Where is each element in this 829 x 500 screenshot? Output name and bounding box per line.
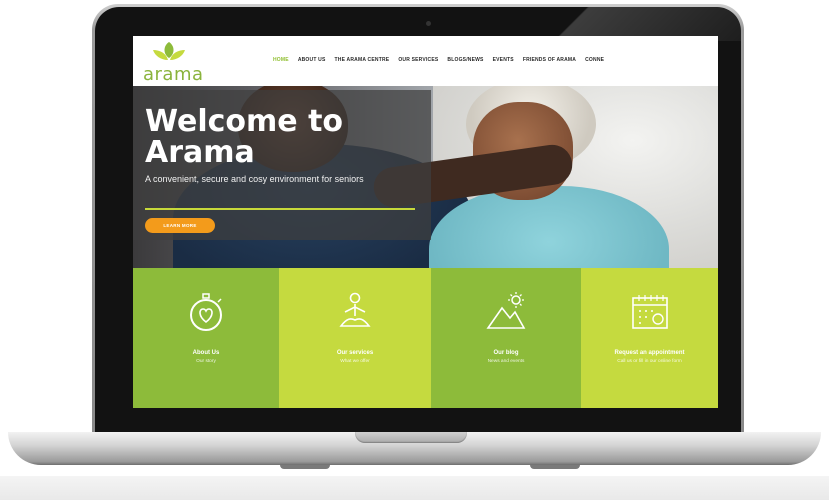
hero-title-line2: Arama (145, 135, 255, 170)
mountain-sun-icon (486, 292, 526, 329)
laptop-foot-left (280, 465, 330, 469)
tile-subtitle: Our story (196, 359, 216, 364)
floor-surface (0, 476, 829, 500)
tile-our-blog[interactable]: Our blog News and events (431, 268, 581, 408)
heart-stopwatch-icon (190, 293, 222, 331)
logo[interactable]: arama (139, 40, 204, 85)
tile-title: Our services (336, 350, 374, 356)
tile-title: About Us (192, 350, 220, 356)
calendar-icon (631, 295, 668, 329)
hero-title-line1: Welcome to (145, 104, 344, 139)
hero-text-box: Welcome to Arama A convenient, secure an… (133, 90, 431, 240)
laptop-screen: arama HOME ABOUT US THE ARAMA CENTRE OUR… (133, 36, 718, 408)
site-header: arama HOME ABOUT US THE ARAMA CENTRE OUR… (133, 36, 718, 86)
camera-icon (426, 21, 431, 26)
leaf-icon (153, 42, 185, 60)
hero-title: Welcome to Arama (145, 106, 425, 168)
tile-title: Request an appointment (614, 350, 685, 356)
hero-banner: Welcome to Arama A convenient, secure an… (133, 86, 718, 268)
meditation-icon (339, 292, 371, 327)
laptop-foot-right (530, 465, 580, 469)
nav-item-about-us[interactable]: ABOUT US (298, 57, 326, 63)
learn-more-button[interactable]: LEARN MORE (145, 218, 215, 233)
tile-title: Our blog (493, 350, 519, 356)
nav-item-connect[interactable]: CONNE (585, 57, 604, 63)
nav-item-arama-centre[interactable]: THE ARAMA CENTRE (335, 57, 390, 63)
nav-item-our-services[interactable]: OUR SERVICES (398, 57, 438, 63)
hero-subtitle: A convenient, secure and cosy environmen… (145, 174, 364, 184)
nav-item-blogs-news[interactable]: BLOGS/NEWS (447, 57, 483, 63)
feature-tiles: About Us Our story Our services What we … (133, 268, 718, 408)
tile-subtitle: What we offer (340, 359, 370, 364)
tile-subtitle: News and events (487, 359, 525, 364)
nav-item-events[interactable]: EVENTS (493, 57, 514, 63)
logo-text: arama (143, 64, 204, 85)
hero-divider (145, 208, 415, 210)
nav-item-home[interactable]: HOME (273, 57, 289, 63)
tile-our-services[interactable]: Our services What we offer (279, 268, 431, 408)
nav-item-friends[interactable]: FRIENDS OF ARAMA (523, 57, 576, 63)
tile-about-us[interactable]: About Us Our story (133, 268, 279, 408)
tile-subtitle: Call us or fill in our online form (617, 359, 682, 364)
main-nav: HOME ABOUT US THE ARAMA CENTRE OUR SERVI… (273, 57, 604, 63)
laptop-notch (355, 432, 467, 443)
tile-request-appointment[interactable]: Request an appointment Call us or fill i… (581, 268, 718, 408)
